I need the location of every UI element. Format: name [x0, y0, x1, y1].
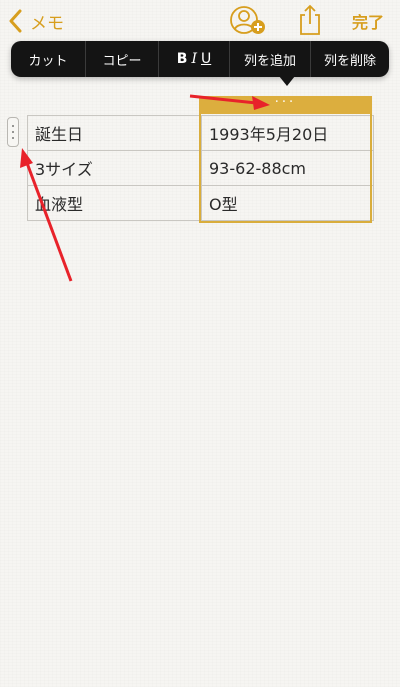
table-cell[interactable]: 1993年5月20日 — [201, 115, 374, 151]
column-handle-dots: ··· — [274, 94, 297, 110]
context-menu-pointer — [279, 76, 295, 86]
table-cell[interactable]: O型 — [201, 185, 374, 221]
format-biu-menu-item[interactable]: B I U — [158, 41, 229, 77]
person-add-icon — [230, 6, 265, 34]
done-button[interactable]: 完了 — [352, 9, 384, 33]
italic-label: I — [191, 51, 197, 67]
table-row: 血液型 O型 — [27, 185, 374, 221]
notes-table: 誕生日 1993年5月20日 3サイズ 93-62-88cm 血液型 O型 — [27, 115, 374, 221]
chevron-left-icon — [9, 9, 22, 33]
share-button[interactable] — [297, 4, 323, 36]
delete-column-menu-item[interactable]: 列を削除 — [310, 41, 389, 77]
context-menu: カット コピー B I U 列を追加 列を削除 — [11, 41, 389, 77]
cut-menu-item[interactable]: カット — [11, 41, 85, 77]
table-cell[interactable]: 血液型 — [27, 185, 202, 221]
add-person-button[interactable] — [230, 4, 268, 36]
column-handle[interactable]: ··· — [199, 96, 372, 114]
back-label: メモ — [30, 13, 64, 34]
table-cell[interactable]: 誕生日 — [27, 115, 202, 151]
row-handle-dot — [12, 131, 14, 133]
table-cell[interactable]: 3サイズ — [27, 150, 202, 186]
underline-label: U — [200, 51, 212, 67]
share-icon — [300, 4, 320, 35]
row-handle[interactable] — [7, 117, 19, 147]
table-row: 誕生日 1993年5月20日 — [27, 115, 374, 151]
row-handle-dot — [12, 137, 14, 139]
bold-label: B — [176, 51, 188, 67]
copy-menu-item[interactable]: コピー — [85, 41, 158, 77]
table-cell[interactable]: 93-62-88cm — [201, 150, 374, 186]
table-row: 3サイズ 93-62-88cm — [27, 150, 374, 186]
add-column-menu-item[interactable]: 列を追加 — [229, 41, 310, 77]
row-handle-dot — [12, 125, 14, 127]
navigation-bar: メモ 完了 — [0, 0, 400, 40]
back-button[interactable]: メモ — [8, 6, 64, 36]
